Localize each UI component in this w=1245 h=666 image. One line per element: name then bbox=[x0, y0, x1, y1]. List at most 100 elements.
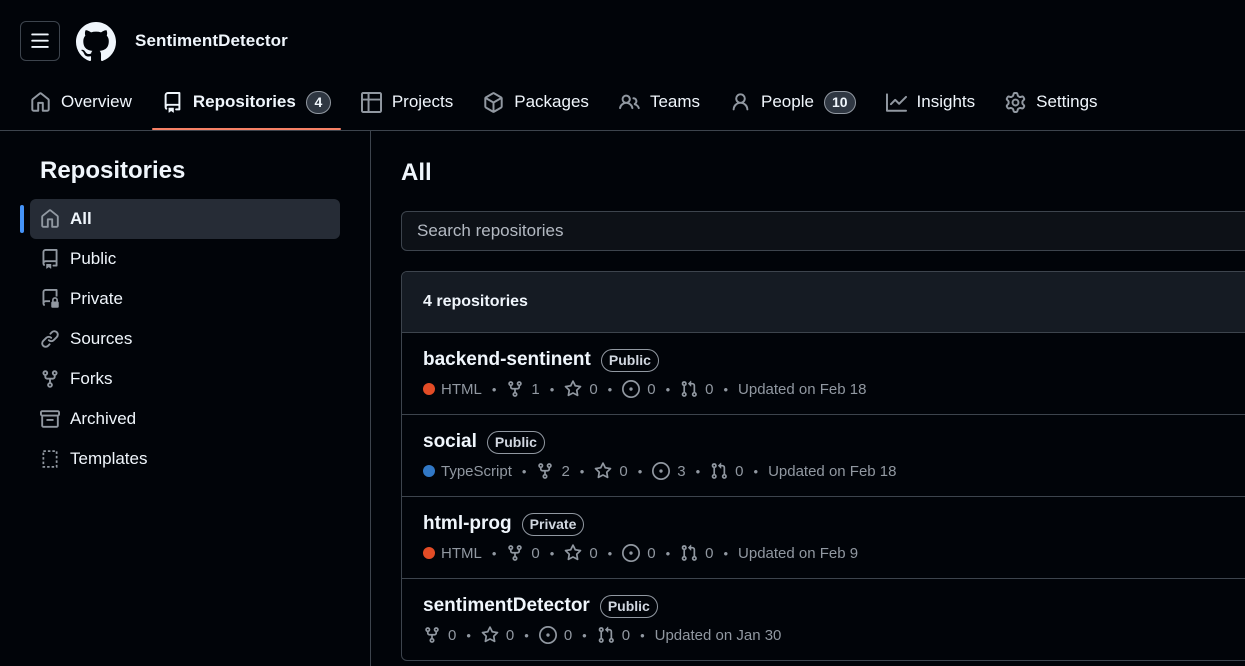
forks-count[interactable]: 1 bbox=[506, 380, 540, 398]
tab-projects[interactable]: Projects bbox=[351, 80, 463, 124]
forks-count[interactable]: 2 bbox=[536, 462, 570, 480]
sidebar-item-public[interactable]: Public bbox=[30, 239, 340, 279]
archive-icon bbox=[40, 410, 60, 428]
repository-count: 4 repositories bbox=[402, 272, 1245, 333]
repository-name-link[interactable]: sentimentDetector bbox=[423, 595, 590, 617]
search-repositories-input[interactable] bbox=[401, 211, 1245, 251]
language-color-dot bbox=[423, 465, 435, 477]
issue-icon bbox=[622, 380, 641, 398]
language-name: HTML bbox=[441, 544, 482, 562]
language-name: TypeScript bbox=[441, 462, 512, 480]
stars-count[interactable]: 0 bbox=[594, 462, 628, 480]
separator: • bbox=[549, 381, 555, 397]
star-icon bbox=[564, 380, 582, 397]
separator: • bbox=[640, 627, 645, 643]
pull-requests-count[interactable]: 0 bbox=[597, 626, 630, 644]
template-icon bbox=[42, 450, 58, 468]
visibility-badge: Public bbox=[600, 348, 659, 372]
fork-icon bbox=[508, 381, 523, 397]
tab-label: Packages bbox=[514, 92, 589, 111]
tab-packages[interactable]: Packages bbox=[473, 80, 599, 124]
tab-label: Teams bbox=[649, 92, 701, 111]
updated-date: Updated on Feb 9 bbox=[738, 544, 859, 562]
issue-icon bbox=[622, 544, 641, 562]
star-icon bbox=[481, 626, 499, 643]
pull-requests-count[interactable]: 0 bbox=[710, 462, 744, 480]
repository-row: sentimentDetector Public 0 • 0 • 0 • 0 •… bbox=[402, 579, 1245, 660]
separator: • bbox=[665, 545, 671, 561]
sidebar-item-label: Forks bbox=[70, 369, 113, 388]
sidebar-item-label: Sources bbox=[70, 329, 133, 348]
tab-insights[interactable]: Insights bbox=[876, 80, 986, 124]
pull-request-icon bbox=[681, 544, 698, 561]
sidebar-item-all[interactable]: All bbox=[20, 199, 340, 239]
fork-icon bbox=[425, 627, 439, 643]
tab-people[interactable]: People 10 bbox=[720, 80, 866, 124]
pull-requests-count[interactable]: 0 bbox=[680, 544, 713, 562]
tab-label: Repositories bbox=[192, 92, 296, 111]
fork-icon bbox=[538, 463, 553, 479]
separator: • bbox=[607, 381, 613, 397]
page-title: All bbox=[401, 159, 432, 186]
repository-filter-sidebar: Repositories All Public Private Sources … bbox=[0, 131, 371, 666]
repositories-main: All 4 repositories backend-sentinent Pub… bbox=[371, 131, 1245, 666]
star-icon bbox=[564, 544, 582, 561]
forks-count[interactable]: 0 bbox=[423, 626, 456, 644]
org-tabs: Overview Repositories 4 Projects Package… bbox=[20, 80, 1118, 131]
pull-request-icon bbox=[711, 462, 728, 479]
sidebar-item-label: Archived bbox=[70, 409, 137, 428]
separator: • bbox=[637, 463, 643, 479]
repository-meta: HTML • 0 • 0 • 0 • 0 • Updated on Feb 9 bbox=[423, 543, 1245, 563]
sidebar-item-sources[interactable]: Sources bbox=[30, 319, 340, 359]
separator: • bbox=[491, 545, 497, 561]
visibility-badge: Public bbox=[599, 594, 658, 618]
sidebar-item-label: Private bbox=[70, 289, 123, 308]
star-icon bbox=[595, 462, 612, 479]
stars-count[interactable]: 0 bbox=[564, 380, 598, 398]
hamburger-icon bbox=[31, 33, 49, 48]
separator: • bbox=[466, 627, 471, 643]
repository-row: html-prog Private HTML • 0 • 0 • 0 • 0 •… bbox=[402, 497, 1245, 579]
tab-label: Overview bbox=[61, 92, 132, 111]
issues-count[interactable]: 0 bbox=[622, 544, 656, 562]
sidebar-item-forks[interactable]: Forks bbox=[30, 359, 340, 399]
sidebar-item-templates[interactable]: Templates bbox=[30, 439, 340, 479]
sidebar-item-private[interactable]: Private bbox=[30, 279, 340, 319]
tab-repositories[interactable]: Repositories 4 bbox=[151, 80, 341, 130]
repository-name-link[interactable]: html-prog bbox=[423, 513, 512, 535]
issues-count[interactable]: 0 bbox=[622, 380, 656, 398]
pull-request-icon bbox=[598, 626, 614, 643]
issues-count[interactable]: 3 bbox=[652, 462, 686, 480]
people-icon bbox=[619, 94, 640, 109]
org-name[interactable]: SentimentDetector bbox=[135, 31, 288, 51]
gear-icon bbox=[1005, 91, 1026, 113]
pull-requests-count[interactable]: 0 bbox=[680, 380, 713, 398]
link-icon bbox=[41, 330, 59, 348]
updated-date: Updated on Feb 18 bbox=[768, 462, 897, 480]
sidebar-item-archived[interactable]: Archived bbox=[30, 399, 340, 439]
sidebar-list: All Public Private Sources Forks Archive… bbox=[20, 199, 340, 479]
separator: • bbox=[582, 627, 587, 643]
repository-name-link[interactable]: social bbox=[423, 431, 477, 453]
language: HTML bbox=[423, 381, 482, 398]
forks-count[interactable]: 0 bbox=[506, 544, 540, 562]
repository-meta: TypeScript • 2 • 0 • 3 • 0 • Updated on … bbox=[423, 461, 1245, 481]
fork-icon bbox=[508, 545, 523, 561]
separator: • bbox=[723, 545, 729, 561]
repo-icon bbox=[42, 249, 58, 269]
issues-count[interactable]: 0 bbox=[538, 626, 572, 644]
fork-icon bbox=[42, 370, 58, 388]
stars-count[interactable]: 0 bbox=[481, 626, 514, 644]
issue-icon bbox=[652, 462, 671, 480]
tab-teams[interactable]: Teams bbox=[609, 80, 710, 124]
visibility-badge: Public bbox=[486, 430, 545, 454]
github-logo-icon[interactable] bbox=[76, 22, 116, 62]
stars-count[interactable]: 0 bbox=[564, 544, 598, 562]
tab-settings[interactable]: Settings bbox=[995, 80, 1107, 124]
repository-name-link[interactable]: backend-sentinent bbox=[423, 349, 591, 371]
visibility-badge: Private bbox=[521, 512, 585, 536]
separator: • bbox=[723, 381, 729, 397]
menu-button[interactable] bbox=[20, 21, 60, 61]
repository-row: backend-sentinent Public HTML • 1 • 0 • … bbox=[402, 333, 1245, 415]
tab-overview[interactable]: Overview bbox=[20, 80, 142, 124]
